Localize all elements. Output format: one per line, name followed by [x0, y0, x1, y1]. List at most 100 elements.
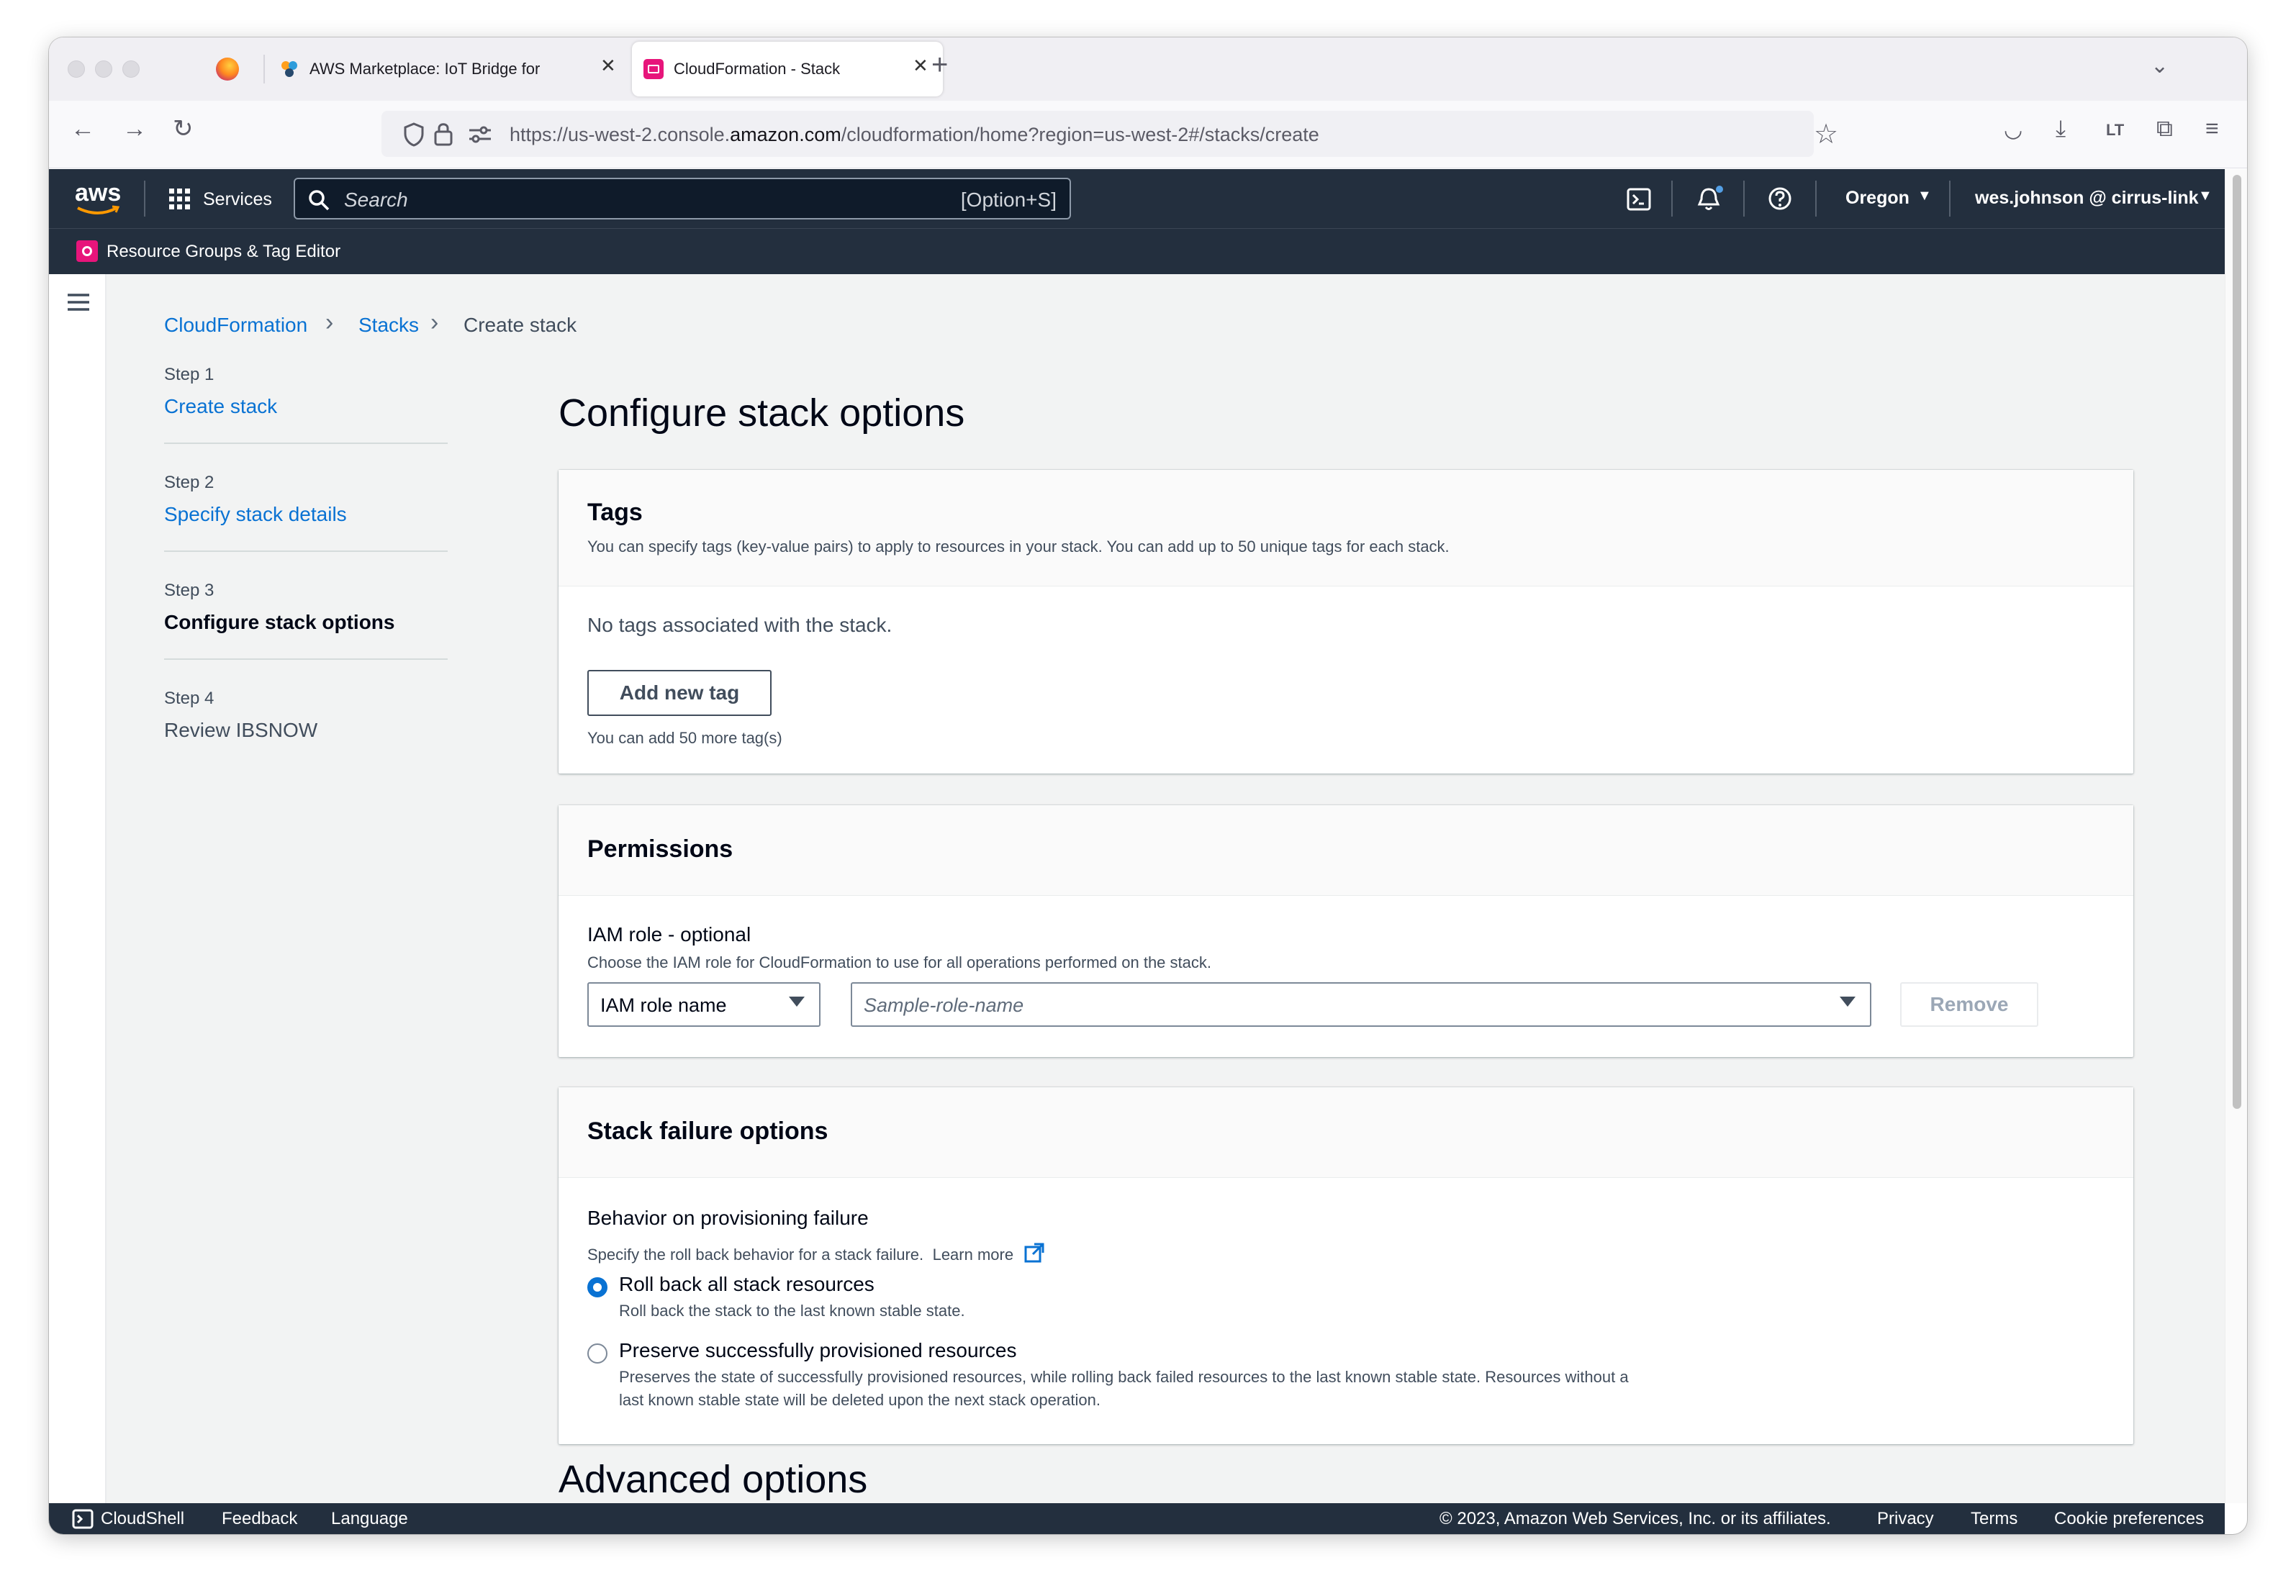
- permissions-panel-header: Permissions: [559, 805, 2133, 896]
- remove-role-button[interactable]: Remove: [1900, 982, 2038, 1027]
- stack-failure-title: Stack failure options: [587, 1117, 828, 1145]
- stack-failure-panel-header: Stack failure options: [559, 1087, 2133, 1178]
- permissions-panel: Permissions IAM role - optional Choose t…: [559, 805, 2133, 1057]
- language-link[interactable]: Language: [331, 1509, 408, 1529]
- preserve-resources-description-line2: last known stable state will be deleted …: [619, 1391, 1100, 1409]
- rollback-all-radio[interactable]: [587, 1277, 607, 1297]
- close-window-button[interactable]: [68, 60, 85, 78]
- iam-role-description: Choose the IAM role for CloudFormation t…: [587, 953, 1211, 971]
- pocket-icon[interactable]: ◡: [2004, 119, 2022, 141]
- hamburger-menu-icon[interactable]: [68, 293, 89, 312]
- side-navigation-rail: [49, 274, 107, 1503]
- back-icon[interactable]: ←: [71, 117, 95, 141]
- marketplace-favicon-icon: [281, 61, 297, 77]
- search-input[interactable]: Search [Option+S]: [294, 178, 1071, 219]
- caret-down-icon: [789, 997, 805, 1007]
- step-4-disabled: Review IBSNOW: [164, 719, 318, 741]
- search-placeholder: Search: [344, 189, 408, 211]
- list-tabs-chevron-icon[interactable]: ⌄: [2151, 53, 2169, 78]
- terms-link[interactable]: Terms: [1971, 1509, 2017, 1529]
- step-2-link[interactable]: Specify stack details: [164, 503, 347, 526]
- rollback-all-description: Roll back the stack to the last known st…: [619, 1302, 965, 1320]
- help-icon[interactable]: [1768, 186, 1792, 211]
- cloudshell-icon[interactable]: [1627, 188, 1651, 211]
- search-shortcut: [Option+S]: [960, 189, 1057, 211]
- console-footer: CloudShell Feedback Language © 2023, Ama…: [49, 1503, 2225, 1534]
- tab-marketplace[interactable]: AWS Marketplace: IoT Bridge for ✕: [276, 42, 629, 96]
- tab-cloudformation[interactable]: CloudFormation - Stack ✕: [632, 42, 943, 96]
- firefox-view-icon[interactable]: [216, 58, 239, 81]
- reload-icon[interactable]: ↻: [173, 117, 194, 141]
- menu-icon[interactable]: ≡: [2205, 117, 2219, 140]
- preserve-resources-radio[interactable]: [587, 1343, 607, 1364]
- tab-title: AWS Marketplace: IoT Bridge for: [309, 60, 541, 78]
- bookmark-star-icon[interactable]: ☆: [1814, 118, 1838, 150]
- learn-more-link[interactable]: Learn more: [933, 1246, 1014, 1264]
- zoom-window-button[interactable]: [122, 60, 140, 78]
- forward-icon[interactable]: →: [122, 117, 147, 141]
- permissions-icon[interactable]: [468, 125, 492, 144]
- search-icon: [309, 190, 330, 211]
- caret-down-icon: [1840, 997, 1856, 1007]
- url-bar[interactable]: https://us-west-2.console.amazon.com/clo…: [381, 111, 1838, 157]
- breadcrumb-stacks[interactable]: Stacks: [358, 314, 419, 337]
- grid-menu-icon: [169, 189, 190, 209]
- preserve-resources-label[interactable]: Preserve successfully provisioned resour…: [619, 1339, 1016, 1362]
- downloads-icon[interactable]: ⤓: [2056, 117, 2066, 140]
- new-tab-icon[interactable]: +: [931, 49, 948, 81]
- scrollbar-thumb[interactable]: [2233, 175, 2241, 1109]
- favorite-resource-groups[interactable]: Resource Groups & Tag Editor: [76, 240, 343, 265]
- rollback-all-label[interactable]: Roll back all stack resources: [619, 1273, 874, 1296]
- tags-panel: Tags You can specify tags (key-value pai…: [559, 470, 2133, 774]
- page-title: Configure stack options: [559, 391, 965, 435]
- tags-title: Tags: [587, 499, 643, 526]
- tags-hint: You can add 50 more tag(s): [587, 729, 782, 747]
- step-2-label: Step 2: [164, 473, 214, 492]
- cloudshell-footer-button[interactable]: CloudShell: [72, 1507, 194, 1531]
- add-new-tag-button[interactable]: Add new tag: [587, 670, 772, 716]
- step-1-link[interactable]: Create stack: [164, 395, 277, 418]
- provisioning-failure-label: Behavior on provisioning failure: [587, 1207, 869, 1229]
- tags-empty-text: No tags associated with the stack.: [587, 614, 892, 636]
- cookie-preferences-link[interactable]: Cookie preferences: [2054, 1509, 2204, 1529]
- lock-icon[interactable]: [433, 121, 453, 147]
- url-text[interactable]: https://us-west-2.console.amazon.com/clo…: [510, 124, 1319, 146]
- advanced-options-title: Advanced options: [559, 1458, 868, 1501]
- account-menu[interactable]: wes.johnson @ cirrus-link ▼: [1975, 188, 2213, 212]
- caret-down-icon: ▼: [2198, 188, 2213, 204]
- iam-role-select[interactable]: Sample-role-name: [851, 982, 1871, 1027]
- main-content: CloudFormation › Stacks › Create stack S…: [49, 274, 2225, 1503]
- feedback-link[interactable]: Feedback: [222, 1509, 297, 1529]
- browser-window: AWS Marketplace: IoT Bridge for ✕ CloudF…: [49, 37, 2247, 1534]
- extensions-icon[interactable]: ⧉: [2156, 117, 2173, 140]
- external-link-icon[interactable]: [1024, 1243, 1044, 1263]
- region-selector[interactable]: Oregon ▼: [1845, 188, 1932, 212]
- resource-groups-icon: [76, 240, 98, 262]
- preserve-resources-description-line1: Preserves the state of successfully prov…: [619, 1368, 1629, 1386]
- tags-panel-header: Tags You can specify tags (key-value pai…: [559, 470, 2133, 586]
- privacy-link[interactable]: Privacy: [1877, 1509, 1934, 1529]
- caret-down-icon: ▼: [1917, 188, 1932, 204]
- aws-console-header: aws Services Search [Option+S] Oregon ▼ …: [49, 169, 2225, 228]
- close-tab-icon[interactable]: ✕: [913, 55, 928, 77]
- notifications-bell-icon[interactable]: [1696, 185, 1725, 214]
- step-3-current: Configure stack options: [164, 611, 395, 633]
- favorites-bar: Resource Groups & Tag Editor: [49, 228, 2225, 274]
- languagetool-icon[interactable]: LT: [2106, 122, 2124, 138]
- services-menu-button[interactable]: Services: [168, 186, 305, 212]
- tags-description: You can specify tags (key-value pairs) t…: [587, 538, 1450, 556]
- cloudformation-favicon-icon: [643, 59, 664, 79]
- tab-title: CloudFormation - Stack: [674, 60, 841, 78]
- page-scrollbar[interactable]: [2225, 169, 2247, 1503]
- iam-role-type-select[interactable]: IAM role name: [587, 982, 821, 1027]
- close-tab-icon[interactable]: ✕: [600, 55, 616, 77]
- aws-smile-icon: [77, 205, 120, 214]
- chevron-right-icon: ›: [430, 309, 439, 336]
- aws-logo[interactable]: aws: [75, 179, 122, 218]
- cloudshell-icon: [72, 1509, 94, 1529]
- tracking-shield-icon[interactable]: [403, 122, 425, 147]
- minimize-window-button[interactable]: [95, 60, 112, 78]
- breadcrumb-cloudformation[interactable]: CloudFormation: [164, 314, 307, 337]
- provisioning-failure-description: Specify the roll back behavior for a sta…: [587, 1240, 1044, 1264]
- copyright-text: © 2023, Amazon Web Services, Inc. or its…: [1439, 1509, 1831, 1528]
